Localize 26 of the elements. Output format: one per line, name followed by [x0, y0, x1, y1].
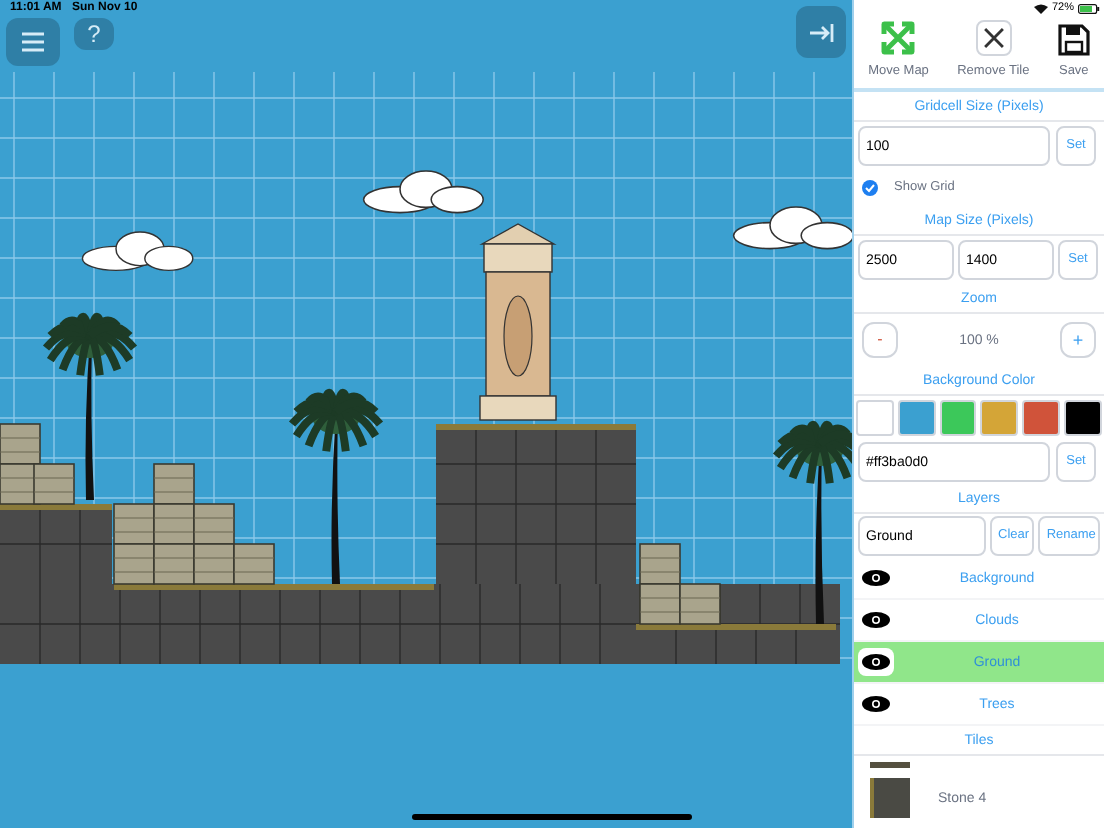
- eye-icon: [862, 570, 890, 586]
- battery-icon: [1078, 4, 1100, 15]
- color-swatch[interactable]: [1022, 400, 1061, 436]
- eye-icon: [862, 612, 890, 628]
- zoom-out-button[interactable]: -: [862, 322, 898, 358]
- tile-thumbnail: [870, 761, 910, 767]
- color-swatch[interactable]: [939, 400, 977, 436]
- close-icon: [975, 19, 1012, 55]
- collapse-panel-button[interactable]: [796, 6, 846, 58]
- help-button[interactable]: ?: [74, 18, 114, 50]
- menu-button[interactable]: [6, 18, 60, 66]
- wifi-icon: [1033, 4, 1048, 15]
- cloud: [81, 231, 194, 272]
- eye-icon: [862, 696, 890, 712]
- color-swatch[interactable]: [980, 400, 1019, 436]
- color-swatch[interactable]: [856, 400, 894, 436]
- color-swatch[interactable]: [897, 400, 936, 436]
- move-arrows-icon: [880, 19, 917, 55]
- tile-thumbnail: [870, 778, 910, 818]
- cloud: [362, 170, 484, 214]
- eye-icon: [862, 654, 890, 670]
- color-swatch[interactable]: [1064, 400, 1102, 436]
- zoom-in-button[interactable]: +: [1059, 322, 1096, 358]
- arrow-to-bar-icon: [809, 23, 833, 41]
- checkbox[interactable]: [862, 180, 878, 196]
- menu-icon: [22, 32, 44, 52]
